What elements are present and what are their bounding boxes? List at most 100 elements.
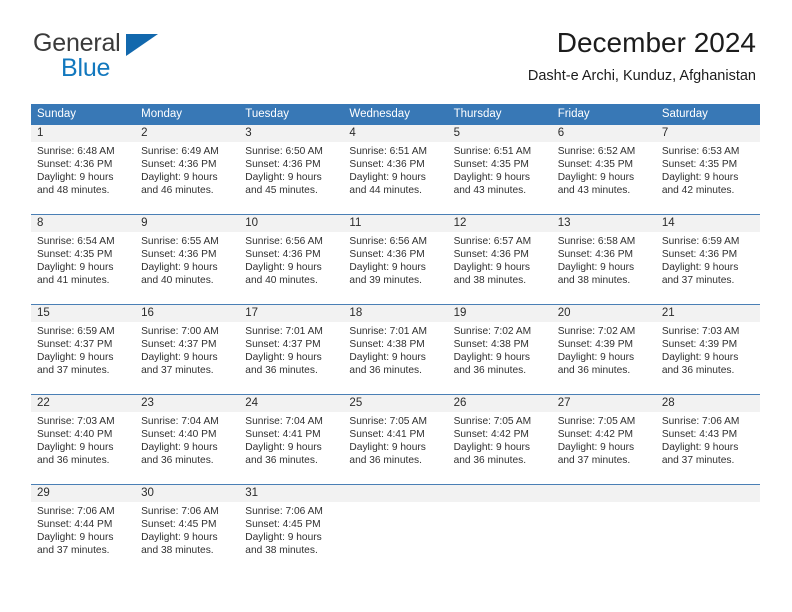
day-number[interactable]: 6 [552, 125, 656, 142]
day-cell[interactable]: Sunrise: 7:04 AM Sunset: 4:41 PM Daylight:… [239, 412, 343, 484]
day-daylight-line: Daylight: 9 hours [37, 172, 114, 184]
day-sunset: Sunset: 4:39 PM [557, 339, 634, 351]
day-number[interactable]: 7 [656, 125, 760, 142]
day-cell[interactable]: Sunrise: 7:01 AM Sunset: 4:38 PM Daylight:… [343, 322, 447, 394]
day-cell[interactable]: Sunrise: 6:56 AM Sunset: 4:36 PM Daylight:… [239, 232, 343, 304]
page-subtitle: Dasht-e Archi, Kunduz, Afghanistan [527, 68, 756, 84]
day-daylight-line: and 36 minutes. [557, 365, 631, 377]
day-daylight-line: and 43 minutes. [453, 185, 527, 197]
day-daylight-line: and 36 minutes. [37, 455, 110, 467]
day-daylight-line: Daylight: 9 hours [245, 442, 322, 454]
day-number[interactable]: 12 [448, 215, 552, 232]
day-number [343, 485, 447, 502]
day-sunset: Sunset: 4:45 PM [141, 519, 217, 531]
day-cell[interactable]: Sunrise: 6:51 AM Sunset: 4:35 PM Daylight:… [448, 142, 552, 214]
day-number[interactable]: 18 [343, 305, 447, 322]
day-number[interactable]: 10 [239, 215, 343, 232]
day-number[interactable]: 5 [448, 125, 552, 142]
day-number[interactable]: 26 [448, 395, 552, 412]
day-cell[interactable]: Sunrise: 6:48 AM Sunset: 4:36 PM Daylight:… [31, 142, 135, 214]
day-sunset: Sunset: 4:36 PM [557, 249, 634, 261]
day-number[interactable]: 14 [656, 215, 760, 232]
day-number[interactable]: 25 [343, 395, 447, 412]
day-number[interactable]: 11 [343, 215, 447, 232]
day-number[interactable]: 3 [239, 125, 343, 142]
day-daylight-line: Daylight: 9 hours [141, 532, 218, 544]
day-daylight-line: Daylight: 9 hours [661, 352, 739, 364]
day-sunrise: Sunrise: 6:49 AM [141, 146, 219, 157]
day-cell[interactable]: Sunrise: 7:02 AM Sunset: 4:39 PM Daylight:… [552, 322, 656, 394]
day-daylight-line: Daylight: 9 hours [453, 172, 531, 184]
day-cell[interactable]: Sunrise: 7:03 AM Sunset: 4:39 PM Daylight:… [656, 322, 760, 394]
day-sunrise: Sunrise: 7:05 AM [349, 416, 428, 427]
day-cell[interactable]: Sunrise: 6:50 AM Sunset: 4:36 PM Daylight:… [239, 142, 343, 214]
day-daylight-line: Daylight: 9 hours [557, 262, 635, 274]
day-cell[interactable]: Sunrise: 6:58 AM Sunset: 4:36 PM Daylight:… [552, 232, 656, 304]
day-cell[interactable]: Sunrise: 6:51 AM Sunset: 4:36 PM Daylight:… [343, 142, 447, 214]
day-number[interactable]: 27 [552, 395, 656, 412]
day-daylight-line: Daylight: 9 hours [453, 442, 531, 454]
day-cell[interactable]: Sunrise: 6:59 AM Sunset: 4:36 PM Daylight:… [656, 232, 760, 304]
day-cell[interactable]: Sunrise: 7:06 AM Sunset: 4:45 PM Daylight:… [239, 502, 343, 574]
day-daylight-line: and 36 minutes. [245, 455, 318, 467]
day-number[interactable]: 15 [31, 305, 135, 322]
day-daylight-line: Daylight: 9 hours [557, 442, 635, 454]
day-cell[interactable]: Sunrise: 6:54 AM Sunset: 4:35 PM Daylight:… [31, 232, 135, 304]
day-cell[interactable]: Sunrise: 7:05 AM Sunset: 4:42 PM Daylight:… [552, 412, 656, 484]
day-number[interactable]: 20 [552, 305, 656, 322]
day-daylight-line: Daylight: 9 hours [453, 262, 531, 274]
day-cell[interactable]: Sunrise: 7:04 AM Sunset: 4:40 PM Daylight:… [135, 412, 239, 484]
day-cell[interactable]: Sunrise: 7:06 AM Sunset: 4:45 PM Daylight:… [135, 502, 239, 574]
day-number[interactable]: 21 [656, 305, 760, 322]
day-sunset: Sunset: 4:44 PM [37, 519, 113, 531]
day-cell[interactable]: Sunrise: 6:55 AM Sunset: 4:36 PM Daylight:… [135, 232, 239, 304]
day-daylight-line: Daylight: 9 hours [349, 352, 426, 364]
day-daylight-line: and 36 minutes. [141, 455, 214, 467]
day-cell[interactable]: Sunrise: 7:00 AM Sunset: 4:37 PM Daylight:… [135, 322, 239, 394]
day-number[interactable]: 30 [135, 485, 239, 502]
day-number[interactable]: 23 [135, 395, 239, 412]
day-number[interactable]: 1 [31, 125, 135, 142]
day-number[interactable]: 24 [239, 395, 343, 412]
day-daylight-line: and 36 minutes. [349, 455, 422, 467]
day-cell[interactable]: Sunrise: 7:01 AM Sunset: 4:37 PM Daylight:… [239, 322, 343, 394]
day-daylight-line: and 37 minutes. [37, 545, 110, 557]
day-daylight-line: and 46 minutes. [141, 185, 214, 197]
day-number [552, 485, 656, 502]
day-cell[interactable]: Sunrise: 6:56 AM Sunset: 4:36 PM Daylight:… [343, 232, 447, 304]
day-number[interactable]: 22 [31, 395, 135, 412]
day-number[interactable]: 13 [552, 215, 656, 232]
day-number[interactable]: 16 [135, 305, 239, 322]
day-cell[interactable]: Sunrise: 7:03 AM Sunset: 4:40 PM Daylight:… [31, 412, 135, 484]
day-cell[interactable]: Sunrise: 7:05 AM Sunset: 4:42 PM Daylight:… [448, 412, 552, 484]
day-number[interactable]: 31 [239, 485, 343, 502]
day-daylight-line: and 38 minutes. [453, 275, 527, 287]
day-number[interactable]: 19 [448, 305, 552, 322]
day-cell[interactable]: Sunrise: 6:59 AM Sunset: 4:37 PM Daylight:… [31, 322, 135, 394]
day-number[interactable]: 2 [135, 125, 239, 142]
day-sunrise: Sunrise: 7:03 AM [661, 326, 740, 337]
day-number[interactable]: 28 [656, 395, 760, 412]
day-number[interactable]: 17 [239, 305, 343, 322]
weekday-header-saturday: Saturday [661, 108, 708, 120]
day-daylight-line: Daylight: 9 hours [349, 442, 426, 454]
day-cell[interactable]: Sunrise: 7:06 AM Sunset: 4:44 PM Daylight:… [31, 502, 135, 574]
day-number[interactable]: 8 [31, 215, 135, 232]
day-sunrise: Sunrise: 6:51 AM [349, 146, 428, 157]
day-cell[interactable]: Sunrise: 6:49 AM Sunset: 4:36 PM Daylight:… [135, 142, 239, 214]
day-number[interactable]: 4 [343, 125, 447, 142]
day-number[interactable]: 29 [31, 485, 135, 502]
day-cell[interactable]: Sunrise: 6:53 AM Sunset: 4:35 PM Daylight:… [656, 142, 760, 214]
day-cell[interactable]: Sunrise: 6:52 AM Sunset: 4:35 PM Daylight:… [552, 142, 656, 214]
day-cell[interactable]: Sunrise: 7:05 AM Sunset: 4:41 PM Daylight:… [343, 412, 447, 484]
day-sunrise: Sunrise: 7:05 AM [453, 416, 532, 427]
calendar-weeks: 1 2 3 4 5 6 7 Sunrise: 6:48 AM Sunset: 4:36 PM Da… [31, 125, 760, 574]
day-daylight-line: and 42 minutes. [661, 185, 735, 197]
day-number[interactable]: 9 [135, 215, 239, 232]
day-detail-row: Sunrise: 6:48 AM Sunset: 4:36 PM Daylight:… [31, 142, 760, 214]
day-daylight-line: Daylight: 9 hours [245, 262, 322, 274]
day-cell[interactable]: Sunrise: 6:57 AM Sunset: 4:36 PM Daylight:… [448, 232, 552, 304]
day-cell[interactable]: Sunrise: 7:02 AM Sunset: 4:38 PM Daylight:… [448, 322, 552, 394]
day-daylight-line: Daylight: 9 hours [661, 172, 739, 184]
day-cell[interactable]: Sunrise: 7:06 AM Sunset: 4:43 PM Daylight:… [656, 412, 760, 484]
